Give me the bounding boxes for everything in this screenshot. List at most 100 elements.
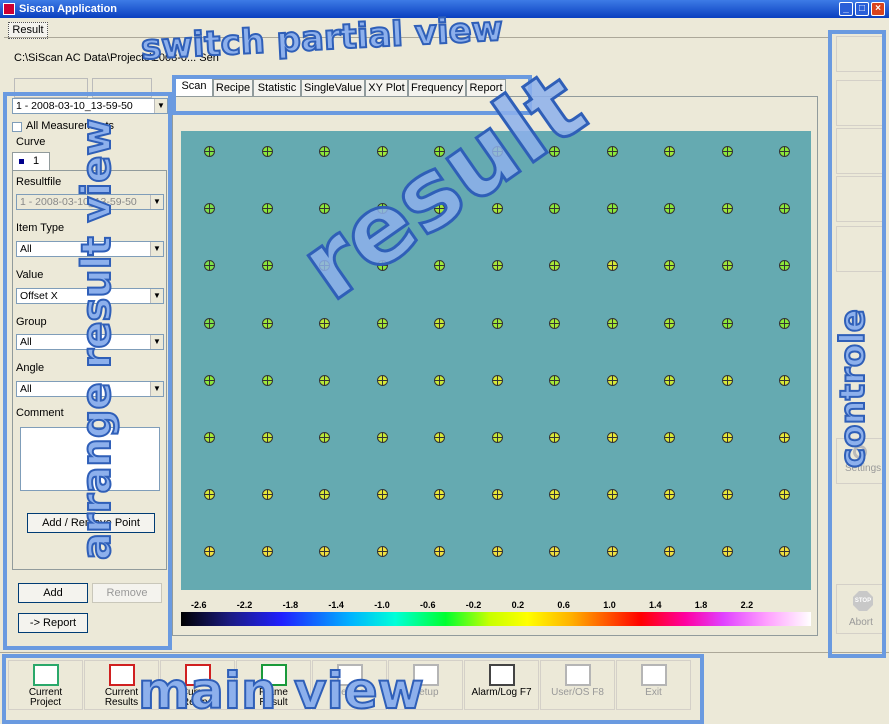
measurement-point[interactable]	[434, 489, 445, 501]
colorbar-tick-label: -1.8	[282, 600, 299, 610]
measurement-point[interactable]	[491, 374, 503, 386]
measurement-point[interactable]	[319, 489, 330, 501]
measurement-point[interactable]	[204, 203, 215, 215]
measurement-point[interactable]	[549, 260, 560, 272]
colorbar-tick-label: -0.2	[465, 600, 482, 610]
measurement-point[interactable]	[319, 317, 330, 329]
colorbar-tick-label: -2.6	[191, 600, 207, 610]
measurement-point[interactable]	[261, 489, 273, 501]
measurement-point[interactable]	[779, 146, 790, 157]
measurement-point[interactable]	[779, 374, 790, 386]
measurement-point[interactable]	[721, 317, 733, 329]
measurement-point[interactable]	[261, 203, 273, 215]
measurement-point[interactable]	[606, 260, 618, 272]
measurement-point[interactable]	[549, 546, 560, 558]
colorbar-tick-label: -2.2	[236, 600, 253, 610]
measurement-point[interactable]	[664, 489, 675, 501]
measurement-point[interactable]	[721, 374, 733, 386]
measurement-point[interactable]	[261, 260, 273, 272]
window-title: Siscan Application	[19, 3, 118, 15]
measurement-point[interactable]	[606, 489, 618, 501]
measurement-point[interactable]	[204, 546, 215, 558]
colorbar-tick-label: -1.4	[328, 600, 344, 610]
toolbar-divider	[0, 652, 889, 653]
measurement-point[interactable]	[261, 146, 273, 157]
measurement-point[interactable]	[549, 432, 560, 443]
measurement-point[interactable]	[664, 374, 675, 386]
colorbar-tick-label: -0.6	[420, 600, 436, 610]
measurement-point[interactable]	[664, 317, 675, 329]
measurement-point[interactable]	[319, 432, 330, 443]
measurement-point[interactable]	[549, 489, 560, 501]
measurement-point[interactable]	[779, 317, 790, 329]
measurement-point[interactable]	[261, 317, 273, 329]
measurement-point[interactable]	[491, 260, 503, 272]
measurement-point[interactable]	[204, 260, 215, 272]
colorbar-tick-label: -1.0	[374, 600, 390, 610]
measurement-point[interactable]	[664, 203, 675, 215]
measurement-point[interactable]	[204, 374, 215, 386]
colorbar	[181, 612, 811, 626]
colorbar-tick-label: 2.2	[740, 600, 754, 610]
measurement-point[interactable]	[721, 146, 733, 157]
measurement-point[interactable]	[376, 374, 388, 386]
measurement-point[interactable]	[491, 432, 503, 443]
measurement-point[interactable]	[319, 374, 330, 386]
measurement-point[interactable]	[376, 489, 388, 501]
measurement-point[interactable]	[779, 432, 790, 443]
measurement-point[interactable]	[664, 546, 675, 558]
measurement-point[interactable]	[721, 203, 733, 215]
measurement-point[interactable]	[376, 432, 388, 443]
measurement-point[interactable]	[664, 260, 675, 272]
measurement-point[interactable]	[261, 546, 273, 558]
measurement-point[interactable]	[549, 374, 560, 386]
minimize-button[interactable]: _	[839, 2, 853, 16]
measurement-point[interactable]	[204, 432, 215, 443]
measurement-point[interactable]	[434, 432, 445, 443]
measurement-point[interactable]	[204, 317, 215, 329]
measurement-point[interactable]	[664, 432, 675, 443]
main-view-annotation: main view	[137, 661, 425, 721]
measurement-point[interactable]	[491, 546, 503, 558]
measurement-point[interactable]	[606, 374, 618, 386]
app-icon	[3, 3, 15, 15]
measurement-point[interactable]	[549, 317, 560, 329]
measurement-point[interactable]	[721, 260, 733, 272]
measurement-point[interactable]	[319, 146, 330, 157]
measurement-point[interactable]	[606, 203, 618, 215]
measurement-point[interactable]	[779, 546, 790, 558]
measurement-point[interactable]	[606, 317, 618, 329]
measurement-point[interactable]	[204, 146, 215, 157]
measurement-point[interactable]	[779, 489, 790, 501]
close-button[interactable]: ×	[871, 2, 885, 16]
measurement-point[interactable]	[204, 489, 215, 501]
measurement-point[interactable]	[606, 432, 618, 443]
measurement-point[interactable]	[261, 374, 273, 386]
measurement-point[interactable]	[549, 203, 560, 215]
measurement-point[interactable]	[434, 317, 445, 329]
measurement-point[interactable]	[606, 146, 618, 157]
measurement-point[interactable]	[376, 546, 388, 558]
controle-annotation: controle	[832, 308, 874, 469]
measurement-point[interactable]	[261, 432, 273, 443]
colorbar-tick-label: 0.2	[511, 600, 525, 610]
measurement-point[interactable]	[721, 489, 733, 501]
colorbar-tick-label: 1.8	[694, 600, 708, 610]
measurement-point[interactable]	[376, 317, 388, 329]
measurement-point[interactable]	[664, 146, 675, 157]
measurement-point[interactable]	[434, 546, 445, 558]
measurement-point[interactable]	[434, 260, 445, 272]
measurement-point[interactable]	[779, 203, 790, 215]
maximize-button[interactable]: □	[855, 2, 869, 16]
arrange-result-view-annotation: arrange result view	[73, 118, 121, 561]
measurement-point[interactable]	[491, 317, 503, 329]
measurement-point[interactable]	[721, 546, 733, 558]
colorbar-tick-label: 0.6	[557, 600, 570, 610]
measurement-point[interactable]	[491, 489, 503, 501]
colorbar-tick-label: 1.4	[649, 600, 662, 610]
measurement-point[interactable]	[606, 546, 618, 558]
measurement-point[interactable]	[434, 374, 445, 386]
measurement-point[interactable]	[319, 546, 330, 558]
measurement-point[interactable]	[779, 260, 790, 272]
measurement-point[interactable]	[721, 432, 733, 443]
